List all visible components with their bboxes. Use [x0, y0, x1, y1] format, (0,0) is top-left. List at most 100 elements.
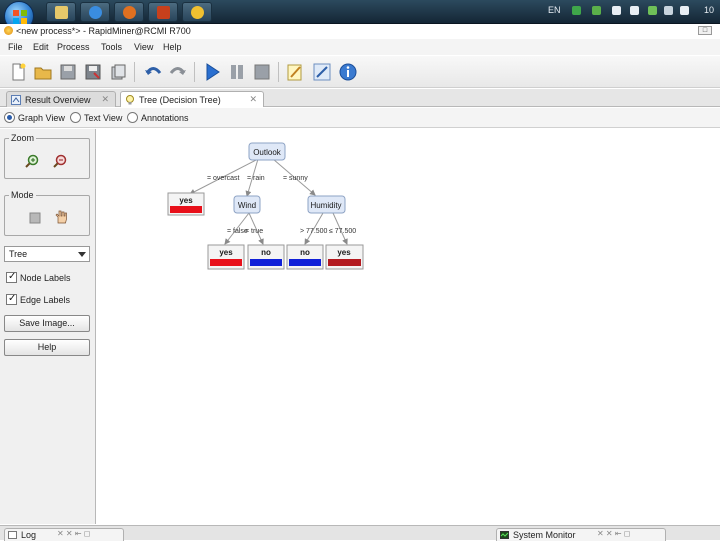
edge-label-le: ≤ 77.500: [329, 228, 356, 235]
menu-file[interactable]: File: [8, 42, 23, 52]
node-labels-checkbox[interactable]: [6, 271, 17, 283]
tab-label: Tree (Decision Tree): [139, 95, 221, 105]
tab-decision-tree[interactable]: Tree (Decision Tree) ✕: [120, 91, 264, 107]
taskbar-firefox-button[interactable]: [114, 2, 144, 22]
leaf-gt-label: no: [300, 248, 310, 257]
leaf-overcast-label: yes: [179, 196, 193, 205]
annotations-label[interactable]: Annotations: [141, 113, 189, 123]
zoom-in-icon[interactable]: [25, 154, 39, 168]
windows-logo-icon: [13, 10, 27, 24]
menu-help[interactable]: Help: [163, 42, 182, 52]
edge-label-overcast: = overcast: [207, 175, 240, 182]
results-tab-bar: Result Overview ✕ Tree (Decision Tree) ✕: [0, 89, 720, 107]
windows-taskbar: EN 10: [0, 0, 720, 31]
edge-label-rain: = rain: [247, 175, 265, 182]
annotations-radio[interactable]: [127, 112, 138, 123]
taskbar-powerpoint-button[interactable]: [148, 2, 178, 22]
node-outlook[interactable]: Outlook: [248, 142, 286, 161]
lightbulb-icon: [126, 95, 134, 105]
node-wind[interactable]: Wind: [233, 195, 261, 214]
new-file-icon[interactable]: [8, 62, 28, 82]
menu-tools[interactable]: Tools: [101, 42, 122, 52]
menu-bar: File Edit Process Tools View Help: [0, 39, 720, 55]
open-folder-icon[interactable]: [33, 62, 53, 82]
menu-process[interactable]: Process: [57, 42, 90, 52]
panel-controls[interactable]: ✕ ✕ ⇤ ◻: [597, 529, 630, 538]
edit-notes-icon[interactable]: [285, 62, 305, 82]
stop-icon[interactable]: [252, 62, 272, 82]
window-titlebar: <new process*> - RapidMiner@RCMI R700 □: [0, 24, 720, 38]
leaf-le-label: yes: [337, 248, 351, 257]
leaf-overcast-yes[interactable]: yes: [167, 192, 205, 216]
node-wind-label: Wind: [238, 201, 256, 210]
text-view-label[interactable]: Text View: [84, 113, 122, 123]
menu-edit[interactable]: Edit: [33, 42, 49, 52]
tray-flag-icon[interactable]: [612, 6, 621, 15]
taskbar-explorer-button[interactable]: [46, 2, 76, 22]
log-panel-label: Log: [21, 530, 37, 540]
main-toolbar: [0, 56, 720, 88]
log-panel-tab[interactable]: Log ✕ ✕ ⇤ ◻: [4, 528, 124, 541]
system-monitor-icon: [500, 531, 509, 539]
tray-update-icon[interactable]: [592, 6, 601, 15]
internet-explorer-icon: [89, 6, 102, 19]
edge-labels-checkbox[interactable]: [6, 293, 17, 305]
window-control-button[interactable]: □: [698, 26, 712, 35]
print-icon[interactable]: [108, 62, 128, 82]
close-tab-icon[interactable]: ✕: [101, 94, 109, 105]
edge-label-sunny: = sunny: [283, 175, 308, 182]
hand-pick-icon[interactable]: [55, 210, 67, 224]
zoom-out-icon[interactable]: [53, 154, 67, 168]
help-button[interactable]: Help: [4, 339, 90, 356]
window-title: <new process*> - RapidMiner@RCMI R700: [16, 26, 191, 36]
leaf-gt-no[interactable]: no: [286, 244, 324, 270]
run-process-icon[interactable]: [202, 62, 222, 82]
bottom-panel-bar: Log ✕ ✕ ⇤ ◻ System Monitor ✕ ✕ ⇤ ◻: [0, 525, 720, 541]
undo-icon[interactable]: [143, 62, 163, 82]
graph-control-panel: Zoom Mode Tree Node Labels Edge Labels S…: [0, 129, 96, 524]
save-as-icon[interactable]: [83, 62, 103, 82]
taskbar-ie-button[interactable]: [80, 2, 110, 22]
tray-clock[interactable]: 10: [704, 5, 714, 15]
tray-power-icon[interactable]: [648, 6, 657, 15]
decision-tree-graph: = overcast = rain = sunny = false = true…: [167, 142, 364, 270]
leaf-false-yes[interactable]: yes: [207, 244, 245, 270]
firefox-icon: [123, 6, 136, 19]
chevron-down-icon: [78, 252, 86, 257]
menu-view[interactable]: View: [134, 42, 153, 52]
save-icon[interactable]: [58, 62, 78, 82]
panel-controls[interactable]: ✕ ✕ ⇤ ◻: [57, 529, 90, 538]
node-labels-label: Node Labels: [20, 273, 71, 283]
mode-group-label: Mode: [9, 190, 36, 200]
log-icon: [8, 531, 17, 539]
language-indicator[interactable]: EN: [548, 5, 561, 15]
transform-mode-icon[interactable]: [29, 212, 41, 224]
info-icon[interactable]: [338, 62, 358, 82]
tray-device-icon[interactable]: [630, 6, 639, 15]
graph-view-label[interactable]: Graph View: [18, 113, 65, 123]
layout-select[interactable]: Tree: [4, 246, 90, 262]
tray-network-icon[interactable]: [572, 6, 581, 15]
tray-bars-icon[interactable]: [664, 6, 673, 15]
text-view-radio[interactable]: [70, 112, 81, 123]
pause-icon[interactable]: [227, 62, 247, 82]
toolbar-separator: [278, 62, 279, 82]
leaf-true-no[interactable]: no: [247, 244, 285, 270]
perspective-icon[interactable]: [312, 62, 332, 82]
tab-result-overview[interactable]: Result Overview ✕: [6, 91, 116, 107]
system-monitor-tab[interactable]: System Monitor ✕ ✕ ⇤ ◻: [496, 528, 666, 541]
leaf-le-yes[interactable]: yes: [325, 244, 364, 270]
tray-volume-icon[interactable]: [680, 6, 689, 15]
toolbar-separator: [134, 62, 135, 82]
close-tab-icon[interactable]: ✕: [249, 94, 257, 105]
graph-view-radio[interactable]: [4, 112, 15, 123]
edge-labels-label: Edge Labels: [20, 295, 71, 305]
zoom-group: Zoom: [4, 133, 90, 179]
node-humidity[interactable]: Humidity: [307, 195, 346, 214]
redo-icon[interactable]: [168, 62, 188, 82]
tree-graph-canvas[interactable]: = overcast = rain = sunny = false = true…: [97, 129, 720, 524]
node-humidity-label: Humidity: [310, 201, 341, 210]
tab-label: Result Overview: [25, 95, 91, 105]
save-image-button[interactable]: Save Image...: [4, 315, 90, 332]
taskbar-rapidminer-button[interactable]: [182, 2, 212, 22]
